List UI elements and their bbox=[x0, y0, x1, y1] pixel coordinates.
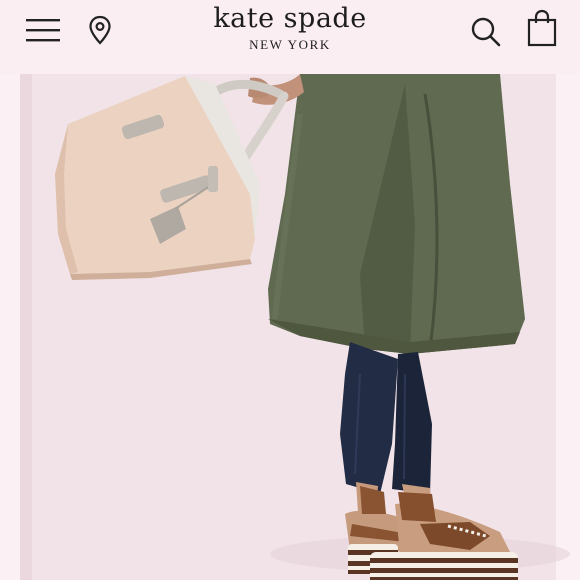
map-pin-icon[interactable] bbox=[86, 14, 114, 46]
shopping-bag-icon[interactable] bbox=[522, 8, 562, 48]
hamburger-menu-icon[interactable] bbox=[22, 14, 64, 46]
search-icon[interactable] bbox=[468, 14, 504, 50]
brand-subtitle: NEW YORK bbox=[249, 37, 331, 52]
brand-logo[interactable]: kate spade NEW YORK bbox=[190, 2, 390, 53]
brand-name: kate spade bbox=[213, 3, 367, 34]
top-header: kate spade NEW YORK bbox=[0, 0, 580, 74]
hero-product-image[interactable] bbox=[0, 74, 580, 580]
olive-skirt bbox=[268, 74, 525, 354]
